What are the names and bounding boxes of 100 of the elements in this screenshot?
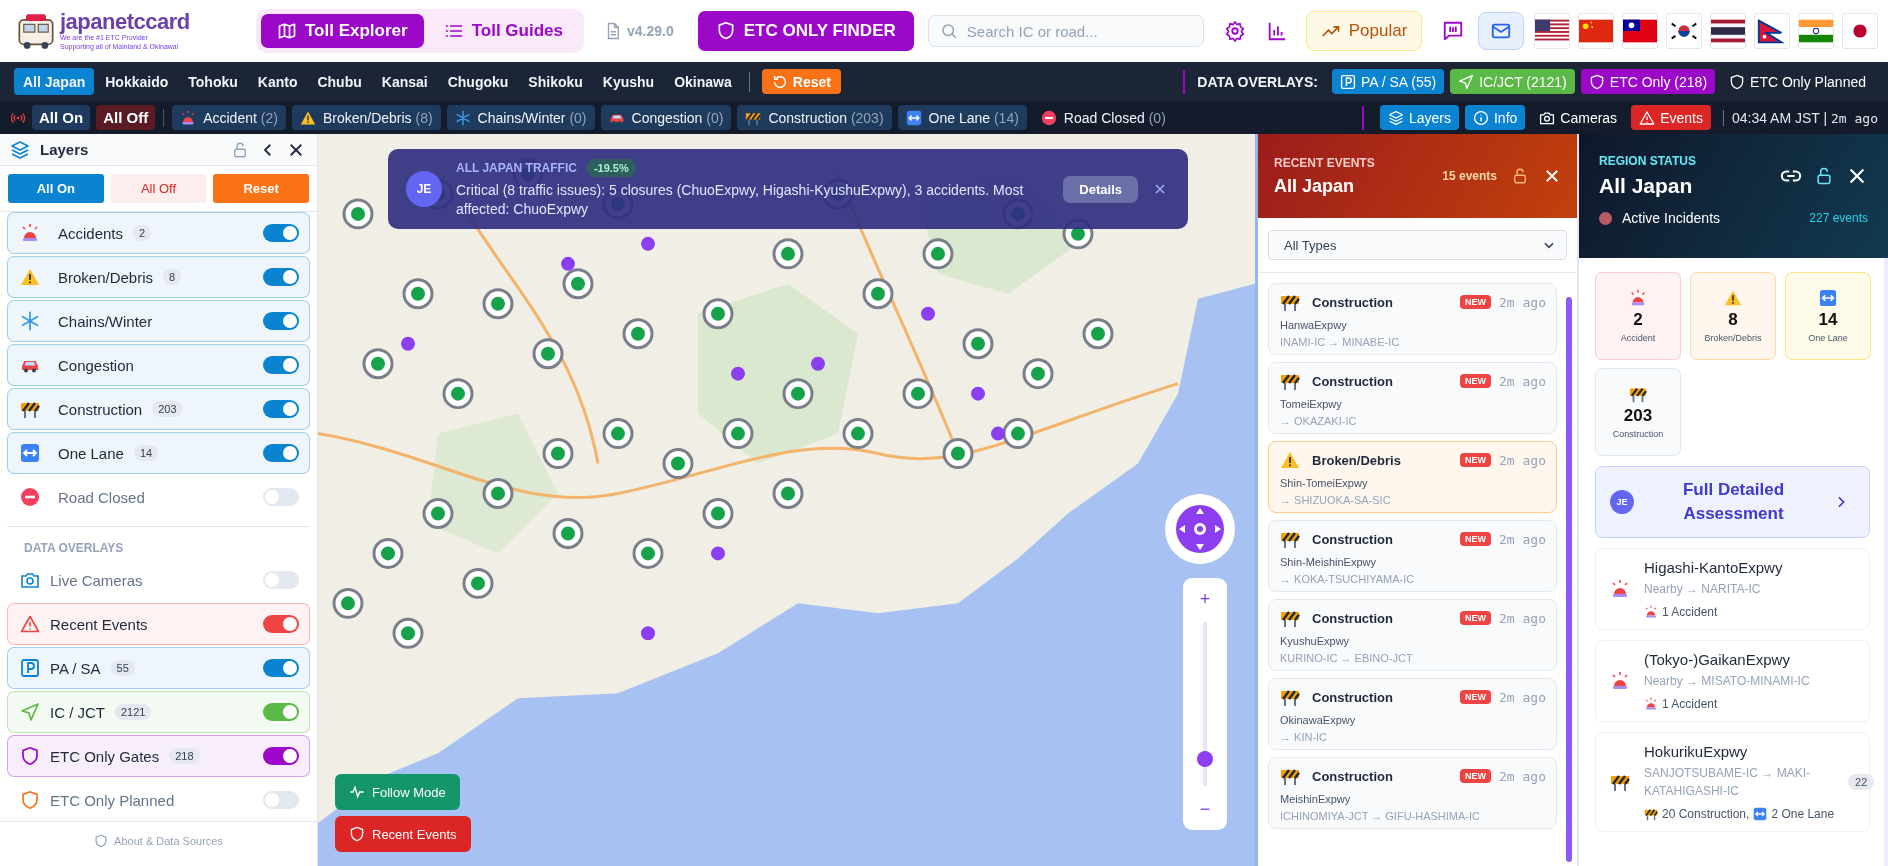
flag-icon[interactable] [1842, 13, 1878, 49]
overlay-chip[interactable]: ETC Only (218) [1580, 69, 1716, 94]
region-tab[interactable]: Shikoku [519, 68, 592, 95]
count-badge: 218 [169, 748, 200, 764]
flag-icon[interactable] [1666, 13, 1702, 49]
all-off-button[interactable]: All Off [96, 105, 156, 130]
event-card[interactable]: Construction NEW 2m ago MeishinExpwy ICHINOMIYA-JCT → GIFU-HASHIMA-IC [1268, 757, 1557, 829]
finder-button[interactable]: ETC ONLY FINDER [697, 11, 914, 51]
region-tab[interactable]: Tohoku [179, 68, 247, 95]
event-card[interactable]: Construction NEW 2m ago KyushuExpwy KURINO-IC → EBINO-JCT [1268, 599, 1557, 671]
filter-chip[interactable]: Accident (2) [172, 105, 286, 130]
assessment-button[interactable]: JE Full Detailed Assessment [1595, 466, 1870, 538]
settings-icon[interactable] [1223, 20, 1246, 42]
stat-label: Construction [1612, 429, 1664, 439]
padlock-icon[interactable] [1814, 166, 1834, 186]
nav-tab[interactable]: Toll Guides [427, 14, 579, 48]
region-tab[interactable]: Chugoku [438, 68, 518, 95]
region-tab[interactable]: Chubu [308, 68, 371, 95]
toolbar-button[interactable]: Events [1631, 105, 1711, 130]
event-card[interactable]: Construction NEW 2m ago Shin-MeishinExpwy → KOKA-TSUCHIYAMA-IC [1268, 520, 1557, 592]
compass-control-icon[interactable] [1164, 493, 1236, 565]
brand-name[interactable]: japanetccard [60, 11, 190, 33]
refresh-icon [771, 73, 788, 90]
road-name: TomeiExpwy [1280, 398, 1343, 410]
popular-button[interactable]: Popular [1305, 11, 1423, 51]
filter-chip[interactable]: One Lane (14) [897, 105, 1027, 130]
layer-row[interactable]: ETC Only Gates 218 [7, 735, 310, 777]
toggle-switch[interactable] [263, 659, 299, 677]
event-card[interactable]: Construction NEW 2m ago HanwaExpwy INAMI-IC → MINABE-IC [1268, 283, 1557, 355]
parking-icon [1339, 73, 1356, 90]
toggle-switch[interactable] [263, 356, 299, 374]
flag-icon[interactable] [1622, 13, 1658, 49]
layer-row[interactable]: IC / JCT 2121 [7, 691, 310, 733]
flag-icon[interactable] [1534, 13, 1570, 49]
filter-chip[interactable]: Road Closed (0) [1032, 105, 1174, 130]
all-off-button[interactable]: All Off [110, 174, 207, 203]
type-dropdown[interactable]: All Types [1268, 230, 1567, 260]
layer-row[interactable]: One Lane 14 [7, 432, 310, 474]
zoom-out-button[interactable]: − [1190, 794, 1220, 824]
layer-row[interactable]: Road Closed [7, 476, 310, 518]
event-card[interactable]: Construction NEW 2m ago OkinawaExpwy → KIN-IC [1268, 678, 1557, 750]
flag-icon[interactable] [1710, 13, 1746, 49]
slider-thumb[interactable] [1197, 750, 1213, 767]
details-button[interactable]: Details [1063, 175, 1138, 203]
filter-chip[interactable]: Broken/Debris (8) [291, 105, 441, 130]
road-name: Shin-MeishinExpwy [1280, 556, 1377, 568]
toggle-switch[interactable] [263, 224, 299, 242]
zoom-in-button[interactable]: + [1190, 584, 1220, 614]
toolbar-button[interactable]: Cameras [1531, 105, 1626, 130]
toggle-switch[interactable] [263, 268, 299, 286]
toggle-switch[interactable] [263, 444, 299, 462]
toggle-switch[interactable] [263, 400, 299, 418]
shield-icon [94, 834, 109, 848]
filter-chip[interactable]: Chains/Winter (0) [446, 105, 595, 130]
mail-button[interactable] [1478, 12, 1525, 50]
toolbar-button[interactable]: Layers [1379, 105, 1459, 130]
toggle-switch[interactable] [263, 791, 299, 809]
nav-tab[interactable]: Toll Explorer [261, 14, 424, 48]
new-badge: NEW [1460, 532, 1492, 546]
all-on-button[interactable]: All On [8, 174, 104, 203]
filter-chip[interactable]: Congestion (0) [600, 105, 732, 130]
layer-row[interactable]: Construction 203 [7, 388, 310, 430]
layer-row[interactable]: Chains/Winter [7, 300, 310, 342]
recent-events-button[interactable]: Recent Events [335, 816, 471, 852]
region-tab[interactable]: Okinawa [665, 68, 741, 95]
search-field[interactable]: Search IC or road... [927, 15, 1204, 47]
toggle-switch[interactable] [263, 703, 299, 721]
all-on-button[interactable]: All On [32, 105, 91, 130]
layer-row[interactable]: Congestion [7, 344, 310, 386]
layer-row[interactable]: PA / SA 55 [7, 647, 310, 689]
event-card[interactable]: Broken/Debris NEW 2m ago Shin-TomeiExpwy → SHIZUOKA-SA-SIC [1268, 441, 1557, 513]
toggle-switch[interactable] [263, 747, 299, 765]
shield-icon [20, 746, 40, 766]
toggle-switch[interactable] [263, 571, 299, 589]
navigation-icon [20, 702, 40, 722]
flag-icon[interactable] [1754, 13, 1790, 49]
toolbar-button[interactable]: Info [1464, 105, 1526, 130]
panel-title: Layers [40, 141, 89, 158]
region-tab[interactable]: Kansai [372, 68, 437, 95]
filter-chip[interactable]: Construction (203) [737, 105, 892, 130]
region-tab[interactable]: Kanto [248, 68, 307, 95]
layer-row[interactable]: ETC Only Planned [7, 779, 310, 821]
toggle-switch[interactable] [263, 615, 299, 633]
toggle-switch[interactable] [263, 312, 299, 330]
region-tab[interactable]: Hokkaido [96, 68, 178, 95]
road-card[interactable]: Higashi-KantoExpwy Nearby → NARITA-IC 1 Accident [1595, 548, 1870, 630]
overlay-chip[interactable]: ETC Only Planned [1721, 69, 1874, 94]
event-card[interactable]: Construction NEW 2m ago TomeiExpwy → OKAZAKI-IC [1268, 362, 1557, 434]
layer-row[interactable]: Accidents 2 [7, 212, 310, 254]
layer-row[interactable]: Recent Events [7, 603, 310, 645]
road-card[interactable]: (Tokyo-)GaikanExpwy Nearby → MISATO-MINAMI-IC 1 Accident [1595, 640, 1870, 722]
layer-row[interactable]: Broken/Debris 8 [7, 256, 310, 298]
region-tab[interactable]: Kyushu [593, 68, 664, 95]
region-tab[interactable]: All Japan [14, 68, 95, 95]
shield-icon [349, 826, 365, 842]
layer-row[interactable]: Live Cameras [7, 559, 310, 601]
chat-icon[interactable] [1442, 20, 1465, 42]
follow-mode-button[interactable]: Follow Mode [335, 774, 460, 810]
overlay-chip[interactable]: PA / SA (55) [1331, 69, 1445, 94]
toggle-switch[interactable] [263, 488, 299, 506]
